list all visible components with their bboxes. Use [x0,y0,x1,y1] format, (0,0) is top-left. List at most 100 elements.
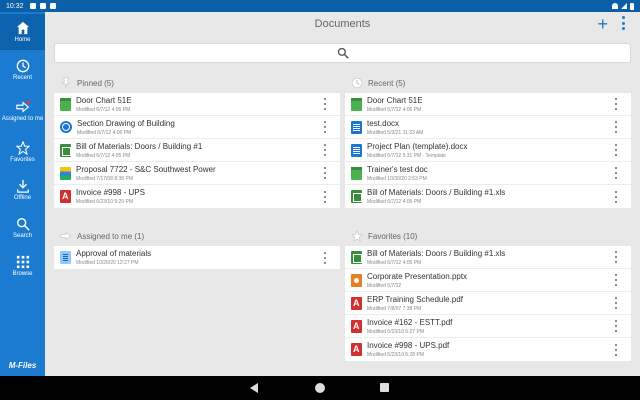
list-item[interactable]: Door Chart 51E Modified 6/7/12 4:06 PM [345,93,631,116]
list-item[interactable]: Section Drawing of Building Modified 6/7/… [54,116,340,139]
kebab-dot [615,121,617,123]
item-more-button[interactable] [609,98,623,110]
kebab-dot [615,274,617,276]
list-item[interactable]: test.docx Modified 5/3/21 11:33 AM [345,116,631,139]
item-more-button[interactable] [609,121,623,133]
item-more-button[interactable] [318,98,332,110]
generic-file-icon [351,166,362,180]
list-item[interactable]: Bill of Materials: Doors / Building #1.x… [345,246,631,269]
xls-file-icon [351,250,362,264]
kebab-dot [615,325,617,327]
recents-square-icon[interactable] [380,383,389,392]
nav-offline[interactable]: Offline [0,172,45,208]
nav-search[interactable]: Search [0,210,45,246]
nav-recent[interactable]: Recent [0,52,45,88]
list-item-text: Bill of Materials: Doors / Building #1 Mo… [76,142,318,159]
list-item-text: Invoice #162 - ESTT.pdf Modified 6/23/10 … [367,318,609,335]
back-icon[interactable] [250,383,258,393]
list-item[interactable]: Bill of Materials: Doors / Building #1 Mo… [54,139,340,162]
item-more-button[interactable] [318,190,332,203]
recent-panel: Recent (5) Door Chart 51E Modified 6/7/12… [345,73,631,208]
list-item[interactable]: Invoice #162 - ESTT.pdfModified 6/23/10 … [345,315,631,338]
item-more-button[interactable] [609,251,623,263]
doc-file-icon [351,143,362,157]
item-title: test.docx [367,118,400,128]
home-circle-icon[interactable] [315,383,325,393]
search-bar[interactable] [54,43,631,63]
item-more-button[interactable] [609,274,623,286]
kebab-dot [615,98,617,100]
item-title: Corporate Presentation.pptx [367,271,468,281]
nav-browse-label: Browse [12,270,33,277]
brand-logo: M-Files [8,361,37,370]
nav-favorites[interactable]: Favorites [0,134,45,170]
list-item[interactable]: Project Plan (template).docx Modified 6/7… [345,139,631,162]
nav-browse[interactable]: Browse [0,248,45,284]
item-more-button[interactable] [609,320,623,332]
item-more-button[interactable] [609,190,623,203]
kebab-dot [324,121,326,123]
more-options-button[interactable] [622,16,626,30]
list-item[interactable]: Approval of materials Modified 10/20/20 1… [54,246,340,269]
list-item-text: Corporate Presentation.pptx Modified 6/7/… [367,272,609,289]
item-modified: Modified 6/7/12 4:05 PM [367,199,422,205]
add-button[interactable]: + [597,15,608,33]
list-item[interactable]: Bill of Materials: Doors / Building #1.x… [345,185,631,208]
nav-assigned[interactable]: Assigned to me [0,90,45,132]
kebab-dot [615,126,617,128]
list-item[interactable]: Invoice #998 - UPS.pdf Modified 6/23/10 5… [345,338,631,361]
kebab-dot [615,284,617,286]
list-item[interactable]: Door Chart 51E Modified 6/7/12 4:06 PM [54,93,340,116]
item-more-button[interactable] [318,251,332,264]
nav-recent-label: Recent [12,74,32,81]
item-title: Project Plan (template).docx [367,141,468,151]
item-title: Approval of materials [76,249,152,258]
list-item[interactable]: ERP Training Schedule.pdfModified 7/8/07… [345,292,631,315]
kebab-dot [615,251,617,253]
system-icons [612,2,634,10]
item-title: Invoice #162 - ESTT.pdf [367,317,453,327]
item-modified: Modified 6/23/10 5:27 PM [367,328,424,335]
nav-home[interactable]: Home [0,14,45,50]
list-item[interactable]: Corporate Presentation.pptx Modified 6/7/… [345,269,631,292]
item-modified: Modified 10/30/20 2:53 PM [367,175,427,182]
favorites-list: Bill of Materials: Doors / Building #1.x… [345,246,631,361]
pin-icon [61,77,71,89]
pinned-title: Pinned (5) [77,78,114,88]
item-title: Door Chart 51E [367,95,423,105]
kebab-dot [615,256,617,258]
list-item-text: Project Plan (template).docx Modified 6/7… [367,142,609,159]
item-more-button[interactable] [609,167,623,179]
kebab-dot [622,16,625,19]
stack-file-icon [60,166,71,180]
clock-icon [351,77,363,89]
kebab-dot [324,167,326,169]
item-more-button[interactable] [318,167,332,179]
list-item[interactable]: Invoice #998 - UPS Modified 6/23/10 5:29 … [54,185,340,208]
item-more-button[interactable] [609,343,623,356]
item-more-button[interactable] [318,144,332,156]
kebab-dot [615,177,617,179]
item-modified: Modified 6/7/12 4:06 PM [77,129,132,136]
kebab-dot [622,27,625,30]
item-title: Proposal 7722 - S&C Southwest Power [76,164,216,174]
battery-icon [630,2,634,10]
kebab-dot [324,126,326,128]
list-item[interactable]: Proposal 7722 - S&C Southwest Power Modif… [54,162,340,185]
item-more-button[interactable] [609,297,623,309]
item-more-button[interactable] [318,121,332,133]
xls-file-icon [60,143,71,157]
list-item[interactable]: Trainer's test doc Modified 10/30/20 2:53… [345,162,631,185]
item-more-button[interactable] [609,144,623,156]
kebab-dot [324,98,326,100]
item-modified: Modified 6/7/12 4:05 PM [367,259,422,266]
kebab-dot [324,144,326,146]
kebab-dot [615,195,617,198]
item-title: Bill of Materials: Doors / Building #1 [76,141,203,151]
list-item-text: Door Chart 51E Modified 6/7/12 4:06 PM [76,96,318,113]
list-item-text: Bill of Materials: Doors / Building #1.x… [367,249,609,266]
item-modified: Modified 5/3/21 11:33 AM [367,129,424,136]
list-item-text: ERP Training Schedule.pdf Modified 7/8/07… [367,295,609,312]
kebab-dot [324,195,326,198]
kebab-dot [615,297,617,299]
